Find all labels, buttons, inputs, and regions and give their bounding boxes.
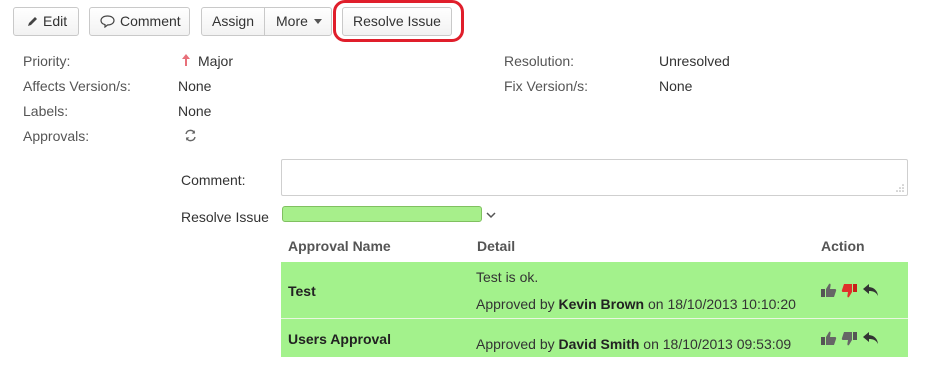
affects-version-label: Affects Version/s: bbox=[23, 78, 131, 94]
approval-date: 18/10/2013 10:10:20 bbox=[667, 296, 796, 312]
pencil-icon bbox=[28, 17, 37, 26]
on-word: on bbox=[643, 336, 659, 352]
fix-version-label: Fix Version/s: bbox=[504, 78, 589, 94]
resolve-issue-select[interactable] bbox=[282, 206, 482, 222]
thumbs-down-icon[interactable] bbox=[841, 330, 858, 347]
comment-label: Comment bbox=[120, 13, 181, 29]
edit-label: Edit bbox=[43, 13, 68, 29]
approver-name: David Smith bbox=[558, 336, 640, 352]
on-word: on bbox=[647, 296, 664, 312]
speech-bubble-icon bbox=[100, 15, 115, 28]
chevron-down-icon[interactable] bbox=[486, 212, 496, 219]
resolve-issue-field-label: Resolve Issue bbox=[181, 209, 269, 225]
priority-value: Major bbox=[198, 53, 234, 69]
thumbs-down-icon[interactable] bbox=[841, 282, 858, 299]
assign-button[interactable]: Assign bbox=[202, 8, 265, 35]
approvals-label: Approvals: bbox=[23, 128, 90, 144]
reply-arrow-icon[interactable] bbox=[862, 331, 879, 346]
reply-arrow-icon[interactable] bbox=[862, 283, 879, 298]
thumbs-up-icon[interactable] bbox=[820, 282, 837, 299]
assign-label: Assign bbox=[211, 13, 255, 29]
resolution-label: Resolution: bbox=[504, 53, 575, 69]
comment-field-label: Comment: bbox=[181, 172, 246, 188]
approver-name: Kevin Brown bbox=[558, 296, 645, 312]
more-button[interactable]: More bbox=[265, 8, 332, 35]
approval-detail: Approved by David Smith on 18/10/2013 09… bbox=[476, 336, 791, 352]
header-action: Action bbox=[821, 238, 865, 254]
thumbs-up-icon[interactable] bbox=[820, 330, 837, 347]
approval-name: Users Approval bbox=[288, 331, 391, 347]
approval-note: Test is ok. bbox=[476, 269, 539, 285]
approved-by-prefix: Approved by bbox=[476, 296, 555, 312]
approved-by-prefix: Approved by bbox=[476, 336, 555, 352]
labels-label: Labels: bbox=[23, 103, 69, 119]
caret-down-icon bbox=[314, 19, 322, 24]
resize-grip-icon[interactable] bbox=[896, 184, 904, 192]
approval-name: Test bbox=[288, 283, 316, 299]
comment-button[interactable]: Comment bbox=[89, 7, 190, 36]
affects-version-value: None bbox=[178, 78, 212, 94]
priority-label: Priority: bbox=[23, 53, 71, 69]
approval-detail: Approved by Kevin Brown on 18/10/2013 10… bbox=[476, 296, 796, 312]
resolution-value: Unresolved bbox=[659, 53, 730, 69]
workflow-button-group: Assign More bbox=[201, 7, 332, 36]
header-detail: Detail bbox=[477, 238, 516, 254]
refresh-icon[interactable] bbox=[184, 129, 197, 142]
approval-date: 18/10/2013 09:53:09 bbox=[662, 336, 792, 352]
fix-version-value: None bbox=[659, 78, 693, 94]
more-label: More bbox=[276, 13, 308, 29]
labels-value: None bbox=[178, 103, 212, 119]
edit-button[interactable]: Edit bbox=[13, 7, 79, 36]
comment-textarea[interactable] bbox=[281, 159, 908, 196]
arrow-up-icon bbox=[182, 54, 190, 66]
header-approval-name: Approval Name bbox=[288, 238, 391, 254]
highlight-annotation bbox=[333, 0, 464, 42]
